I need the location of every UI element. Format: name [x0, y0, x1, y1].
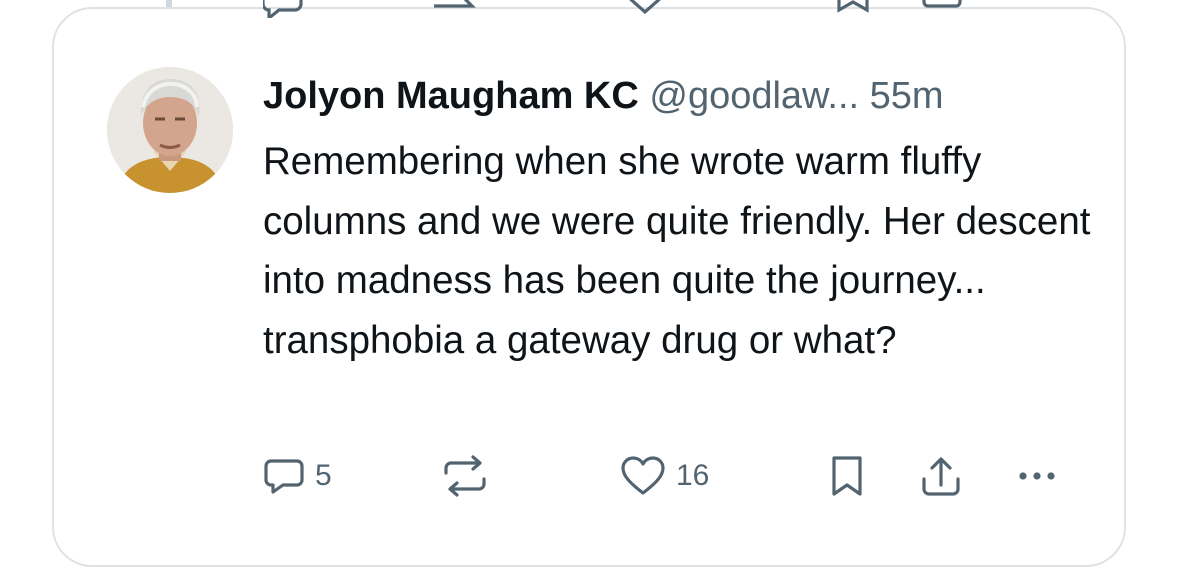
more-options-button[interactable] — [1015, 448, 1059, 504]
share-icon — [922, 457, 960, 496]
heart-icon — [621, 456, 665, 495]
reply-count: 5 — [315, 459, 332, 492]
reply-icon[interactable] — [263, 0, 303, 18]
tweet-actions: 5 16 — [255, 448, 1115, 504]
like-button[interactable]: 16 — [620, 448, 709, 504]
tweet-header: Jolyon Maugham KC @goodlaw... 55m — [263, 70, 1083, 122]
like-count: 16 — [676, 459, 710, 492]
reply-icon — [264, 459, 304, 494]
more-icon — [1019, 472, 1055, 480]
author-name[interactable]: Jolyon Maugham KC — [263, 75, 639, 117]
share-button[interactable] — [920, 448, 962, 504]
tweet-timestamp[interactable]: 55m — [870, 75, 944, 117]
previous-tweet-actions-clipped — [255, 0, 1085, 18]
bookmark-icon[interactable] — [833, 0, 873, 18]
retweet-button[interactable] — [440, 448, 490, 504]
retweet-icon[interactable] — [430, 0, 480, 18]
author-handle[interactable]: @goodlaw... — [649, 75, 859, 117]
profile-photo-icon — [107, 67, 233, 193]
retweet-icon — [444, 455, 486, 497]
reply-button[interactable]: 5 — [263, 448, 332, 504]
bookmark-icon — [832, 456, 862, 496]
bookmark-button[interactable] — [830, 448, 864, 504]
tweet-text: Remembering when she wrote warm fluffy c… — [263, 140, 1091, 362]
like-icon[interactable] — [623, 0, 667, 18]
share-icon[interactable] — [920, 0, 964, 18]
avatar[interactable] — [107, 67, 233, 193]
